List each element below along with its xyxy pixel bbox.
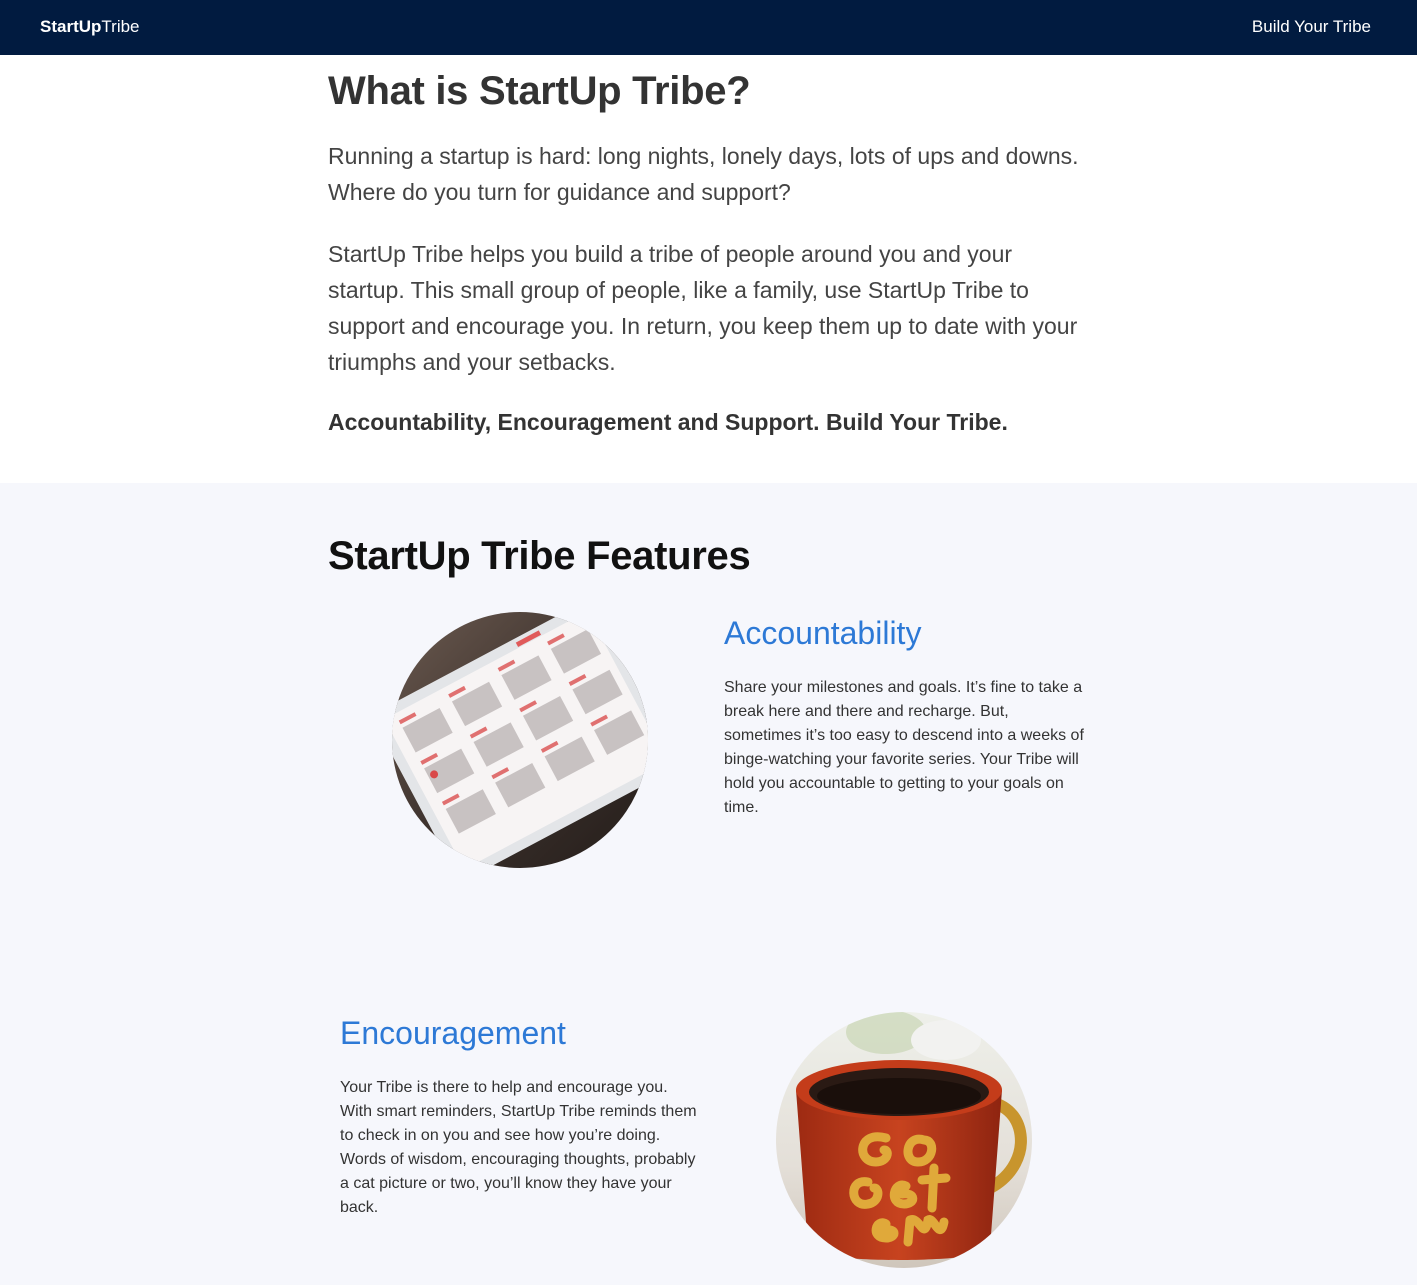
coffee-mug-image bbox=[776, 1012, 1032, 1268]
feature-text-accountability: Share your milestones and goals. It’s fi… bbox=[724, 679, 1084, 816]
feature-title-accountability: Accountability bbox=[724, 615, 922, 651]
navbar: StartUpTribe Build Your Tribe bbox=[0, 0, 1417, 55]
feature-title-encouragement: Encouragement bbox=[340, 1015, 566, 1051]
about-content: What is StartUp Tribe? Running a startup… bbox=[328, 68, 1088, 440]
about-paragraph-2: StartUp Tribe helps you build a tribe of… bbox=[328, 241, 1078, 375]
about-title: What is StartUp Tribe? bbox=[328, 69, 751, 113]
brand-light: Tribe bbox=[101, 17, 140, 36]
features-section: StartUp Tribe Features Accountability Sh… bbox=[0, 483, 1417, 1285]
about-tagline: Accountability, Encouragement and Suppor… bbox=[328, 409, 1008, 435]
feature-text-encouragement: Your Tribe is there to help and encourag… bbox=[340, 1079, 697, 1216]
tablet-calendar-image bbox=[392, 612, 648, 868]
about-paragraph-1: Running a startup is hard: long nights, … bbox=[328, 143, 1079, 205]
build-your-tribe-link[interactable]: Build Your Tribe bbox=[1252, 17, 1371, 37]
brand-bold: StartUp bbox=[40, 17, 102, 36]
brand-logo[interactable]: StartUpTribe bbox=[40, 17, 140, 37]
features-title: StartUp Tribe Features bbox=[328, 534, 751, 578]
about-section: What is StartUp Tribe? Running a startup… bbox=[0, 55, 1417, 483]
